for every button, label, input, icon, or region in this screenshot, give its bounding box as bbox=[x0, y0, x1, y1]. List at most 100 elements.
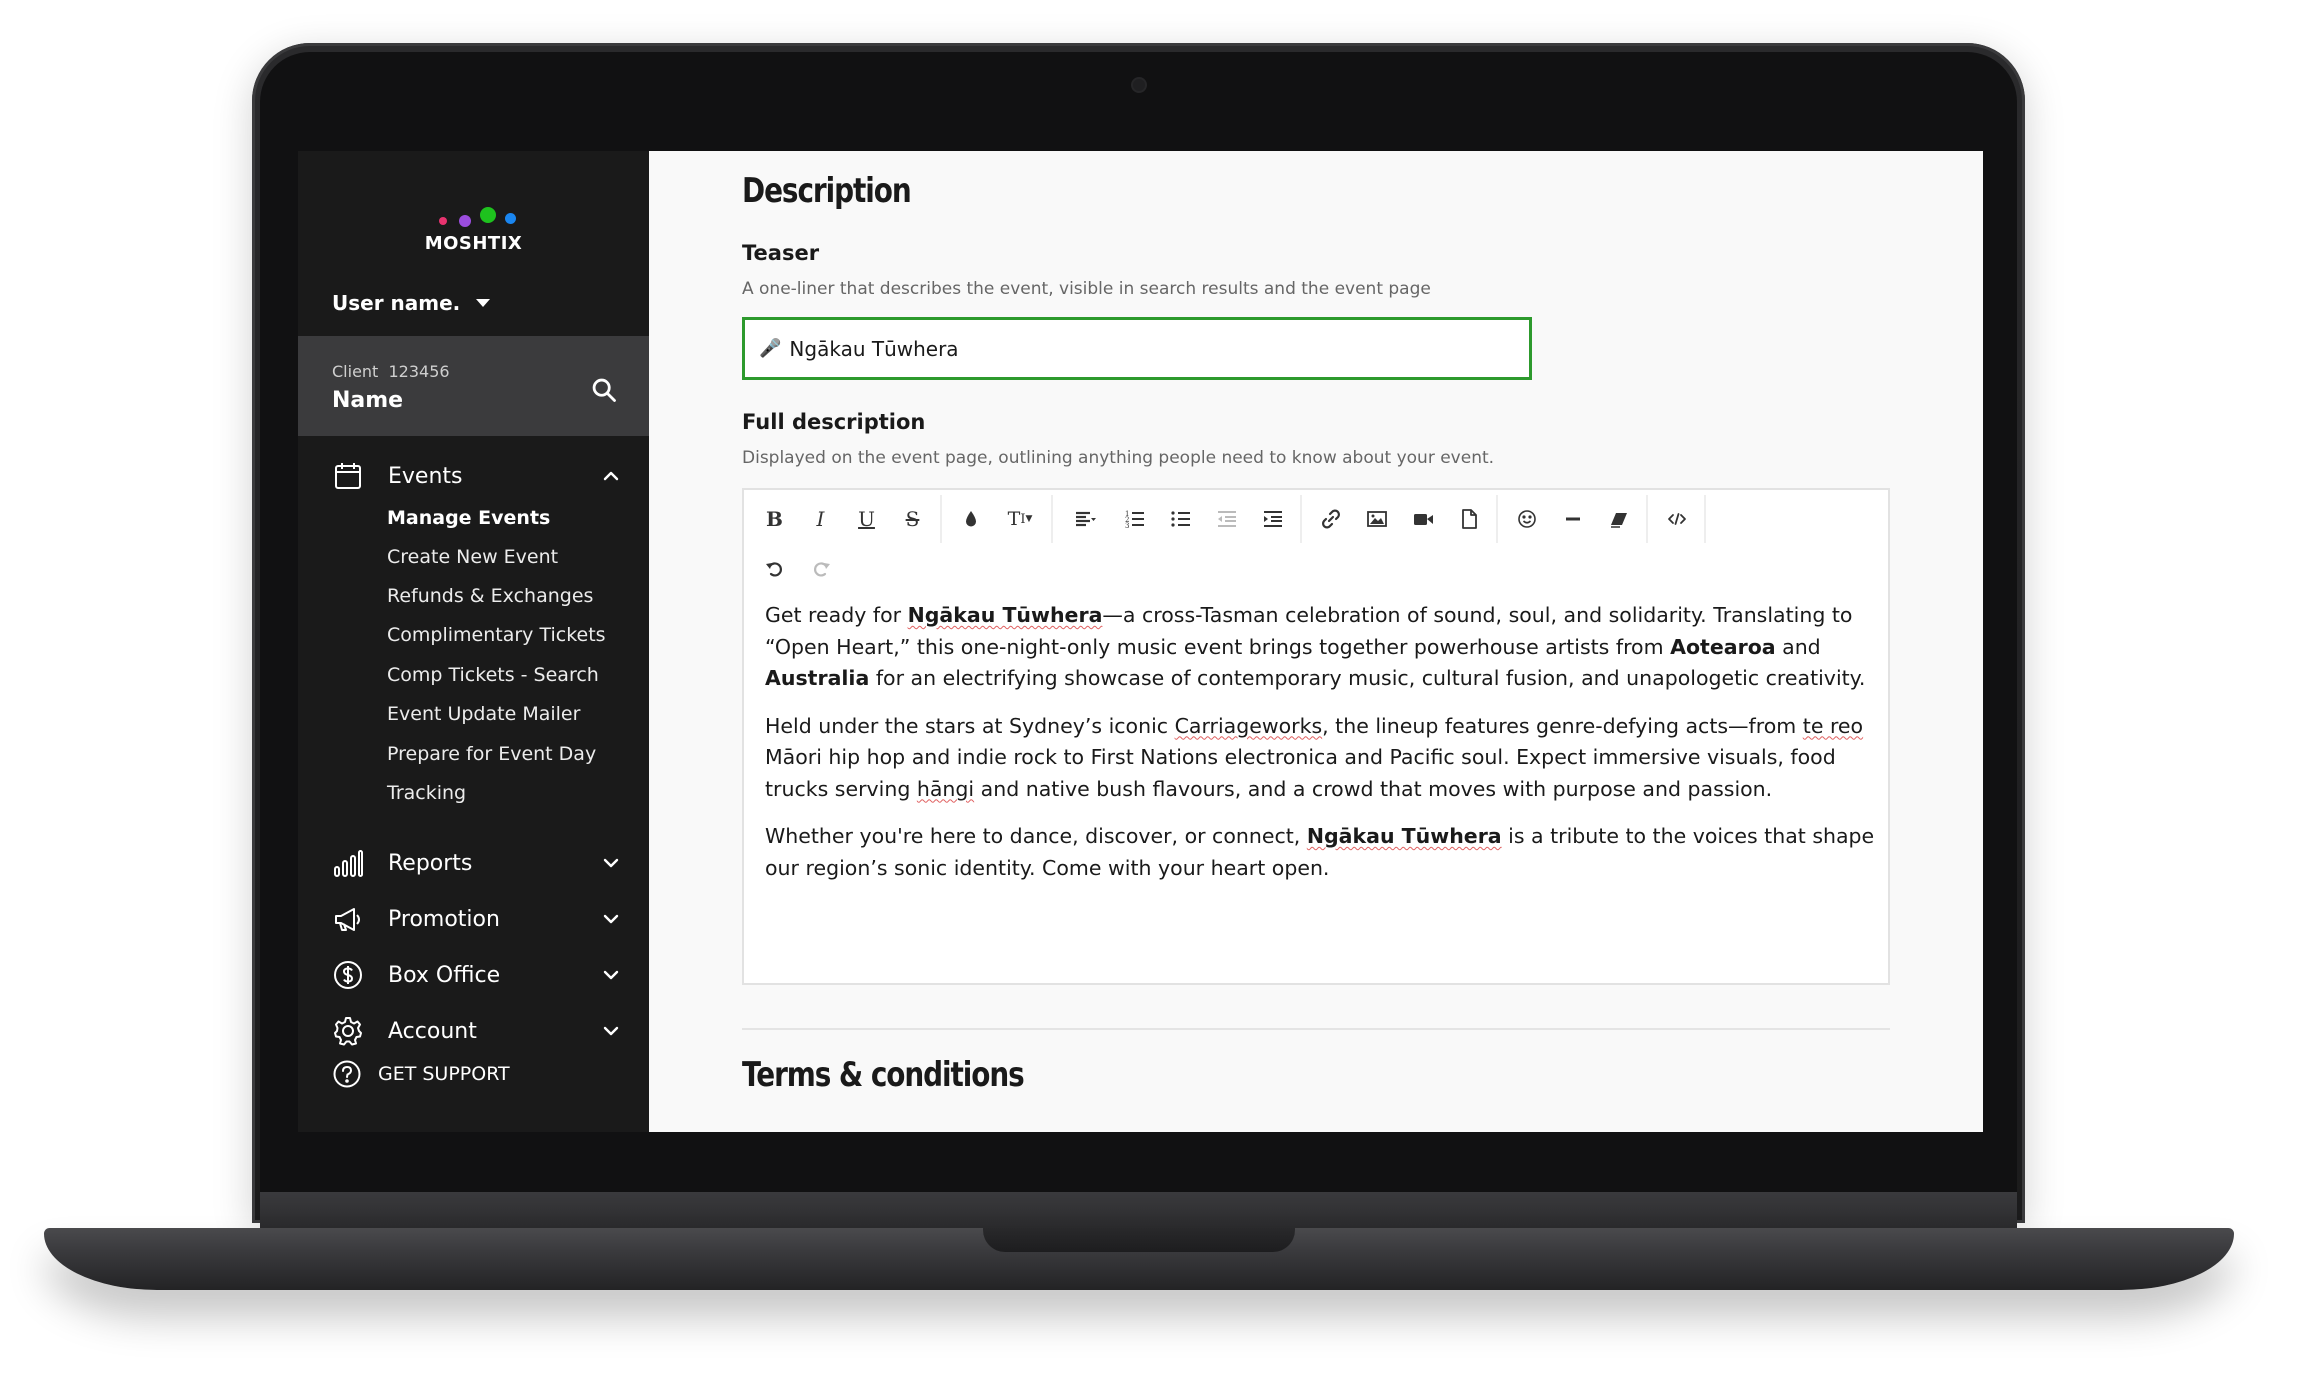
horizontal-rule-icon bbox=[1565, 517, 1580, 521]
user-menu[interactable]: User name. bbox=[332, 291, 491, 315]
aotearoa-bold: Aotearoa bbox=[1670, 634, 1776, 659]
client-selector[interactable]: Client 123456 Name bbox=[298, 336, 649, 436]
caret-down-icon bbox=[476, 299, 491, 307]
insert-video-button[interactable] bbox=[1404, 499, 1441, 539]
outdent-icon bbox=[1217, 511, 1236, 527]
unordered-list-button[interactable] bbox=[1162, 499, 1199, 539]
hangi-word: hāngi bbox=[916, 776, 975, 801]
calendar-icon bbox=[335, 463, 361, 489]
nav-comp-tickets-search[interactable]: Comp Tickets - Search bbox=[387, 664, 599, 686]
nav-prepare-event-day[interactable]: Prepare for Event Day bbox=[387, 743, 596, 765]
toolbar-separator bbox=[1496, 495, 1498, 543]
event-name-bold: Ngākau Tūwhera bbox=[907, 603, 1103, 627]
insert-emoji-button[interactable] bbox=[1508, 499, 1545, 539]
gear-icon bbox=[334, 1017, 362, 1046]
nav-refunds-exchanges[interactable]: Refunds & Exchanges bbox=[387, 585, 593, 607]
eraser-icon bbox=[1610, 513, 1627, 528]
file-icon bbox=[1461, 509, 1477, 529]
teaser-value: Ngākau Tūwhera bbox=[789, 336, 959, 361]
microphone-icon: 🎤 bbox=[759, 338, 782, 359]
text-color-button[interactable] bbox=[952, 499, 989, 539]
strikethrough-button[interactable]: S bbox=[894, 499, 931, 539]
toolbar-separator bbox=[1300, 495, 1302, 543]
bold-button[interactable]: B bbox=[756, 499, 793, 539]
client-id-label: Client 123456 bbox=[332, 362, 450, 381]
chevron-down-icon[interactable] bbox=[602, 910, 620, 928]
moshtix-logo[interactable]: MOSHTIX bbox=[298, 207, 649, 254]
nav-event-update-mailer[interactable]: Event Update Mailer bbox=[387, 703, 580, 725]
app-screen: MOSHTIX User name. Client 123456 Name Ev… bbox=[298, 151, 1983, 1132]
nav-manage-events[interactable]: Manage Events bbox=[387, 507, 550, 529]
link-icon bbox=[1321, 509, 1340, 529]
insert-link-button[interactable] bbox=[1312, 499, 1349, 539]
get-support-label: GET SUPPORT bbox=[378, 1063, 510, 1085]
redo-button[interactable] bbox=[802, 549, 839, 589]
teaser-label: Teaser bbox=[742, 241, 820, 265]
description-paragraph-3: Whether you're here to dance, discover, … bbox=[765, 824, 1875, 880]
svg-text:3: 3 bbox=[1125, 522, 1129, 530]
html-view-button[interactable] bbox=[1658, 499, 1695, 539]
color-drop-icon bbox=[965, 511, 976, 527]
search-icon[interactable] bbox=[590, 376, 618, 404]
nav-box-office[interactable]: Box Office bbox=[332, 955, 620, 995]
nav-reports[interactable]: Reports bbox=[332, 843, 620, 883]
font-size-button[interactable]: T I ▼ bbox=[998, 499, 1042, 539]
nav-reports-label: Reports bbox=[388, 850, 473, 876]
ordered-list-button[interactable]: 123 bbox=[1116, 499, 1153, 539]
undo-icon bbox=[765, 562, 782, 577]
nav-account-label: Account bbox=[388, 1018, 477, 1044]
nav-events[interactable]: Events bbox=[332, 456, 620, 496]
insert-image-button[interactable] bbox=[1358, 499, 1395, 539]
teaser-input[interactable]: 🎤 Ngākau Tūwhera bbox=[742, 317, 1532, 380]
image-icon bbox=[1366, 511, 1387, 527]
te-reo-word: te reo bbox=[1802, 713, 1864, 738]
nav-account[interactable]: Account bbox=[332, 1011, 620, 1051]
laptop-chin bbox=[260, 1132, 2017, 1192]
australia-bold: Australia bbox=[765, 666, 870, 690]
align-left-icon bbox=[1076, 511, 1096, 527]
rich-text-editor: B I U S T I ▼ 123 Get ready for Ngākau T… bbox=[742, 488, 1890, 985]
code-icon bbox=[1667, 513, 1686, 525]
nav-tracking[interactable]: Tracking bbox=[387, 782, 466, 804]
logo-dots bbox=[429, 207, 519, 229]
align-button[interactable] bbox=[1063, 499, 1107, 539]
bullet-list-icon bbox=[1170, 511, 1190, 527]
logo-text: MOSHTIX bbox=[424, 233, 523, 254]
indent-button[interactable] bbox=[1254, 499, 1291, 539]
editor-content[interactable]: Get ready for Ngākau Tūwhera—a cross-Tas… bbox=[765, 600, 1875, 900]
description-paragraph-1: Get ready for Ngākau Tūwhera—a cross-Tas… bbox=[765, 603, 1866, 690]
nav-promotion[interactable]: Promotion bbox=[332, 899, 620, 939]
toolbar-separator bbox=[1051, 495, 1053, 543]
clear-formatting-button[interactable] bbox=[1600, 499, 1637, 539]
description-paragraph-2: Held under the stars at Sydney’s iconic … bbox=[765, 713, 1864, 801]
smiley-icon bbox=[1517, 510, 1536, 528]
italic-button[interactable]: I bbox=[802, 499, 839, 539]
help-circle-icon bbox=[333, 1060, 361, 1088]
insert-file-button[interactable] bbox=[1450, 499, 1487, 539]
horizontal-rule-button[interactable] bbox=[1554, 499, 1591, 539]
video-camera-icon bbox=[1413, 514, 1433, 525]
description-heading: Description bbox=[742, 171, 912, 211]
toolbar-separator bbox=[1704, 495, 1706, 543]
nav-promotion-label: Promotion bbox=[388, 906, 500, 932]
toolbar-separator bbox=[940, 495, 942, 543]
client-name: Name bbox=[332, 388, 404, 413]
event-name-bold: Ngākau Tūwhera bbox=[1306, 824, 1502, 848]
underline-button[interactable]: U bbox=[848, 499, 885, 539]
megaphone-icon bbox=[335, 908, 360, 931]
get-support-link[interactable]: GET SUPPORT bbox=[332, 1059, 510, 1089]
chevron-down-icon[interactable] bbox=[602, 1022, 620, 1040]
section-divider bbox=[742, 1028, 1890, 1030]
laptop-hinge bbox=[260, 1192, 2017, 1228]
carriageworks-word: Carriageworks bbox=[1174, 713, 1323, 738]
undo-button[interactable] bbox=[756, 549, 793, 589]
user-name: User name. bbox=[332, 291, 461, 315]
chevron-up-icon[interactable] bbox=[602, 467, 620, 485]
nav-create-new-event[interactable]: Create New Event bbox=[387, 546, 558, 568]
chevron-down-icon[interactable] bbox=[602, 854, 620, 872]
full-description-help-text: Displayed on the event page, outlining a… bbox=[742, 448, 1495, 468]
outdent-button[interactable] bbox=[1208, 499, 1245, 539]
chevron-down-icon[interactable] bbox=[602, 966, 620, 984]
editor-toolbar-history bbox=[756, 544, 848, 594]
nav-complimentary-tickets[interactable]: Complimentary Tickets bbox=[387, 624, 606, 646]
